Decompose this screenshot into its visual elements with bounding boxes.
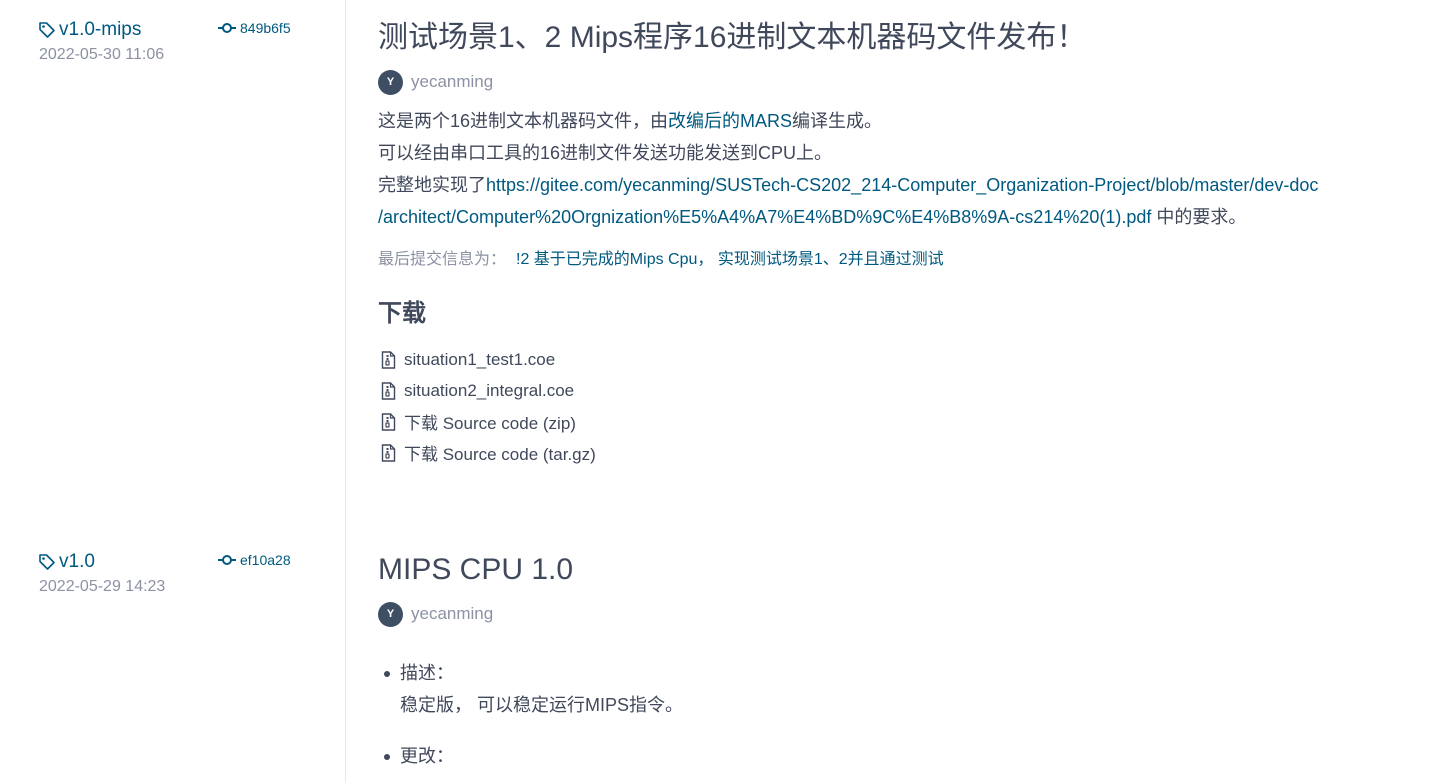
download-name: 下载 Source code (tar.gz) [404,445,596,464]
release-notes-list: 描述： 稳定版， 可以稳定运行MIPS指令。 更改： [378,657,1438,772]
download-name: situation2_integral.coe [404,380,575,400]
file-zip-icon [381,381,396,400]
downloads-heading: 下载 [378,300,426,327]
list-item: 更改： [384,740,1438,772]
commit-hash: ef10a28 [240,552,291,568]
file-zip-icon [381,350,396,369]
desc-text: 这是两个16进制文本机器码文件，由 [378,111,669,131]
author-name[interactable]: yecanming [411,604,493,624]
file-zip-icon [381,412,396,431]
release-date: 2022-05-29 14:23 [39,578,166,595]
download-item[interactable]: situation2_integral.coe [378,375,1438,406]
last-commit-info: 最后提交信息为： !2 基于已完成的Mips Cpu， 实现测试场景1、2并且通过… [378,245,1438,269]
commit-link[interactable]: 849b6f5 [218,20,291,36]
release-body: MIPS CPU 1.0 Y yecanming 描述： 稳定版， 可以稳定运行… [378,550,1438,783]
doc-link[interactable]: https://gitee.com/yecanming/SUSTech-CS20… [486,175,1318,195]
mars-link[interactable]: 改编后的MARS [668,111,792,131]
release-description: 这是两个16进制文本机器码文件，由改编后的MARS编译生成。 可以经由串口工具的… [378,105,1438,233]
bullet-label: 更改： [400,746,454,766]
bullet-label: 描述： [400,663,454,683]
release-meta: v1.0-mips 849b6f5 2022-05-30 11:06 [38,18,338,64]
tag-icon [39,22,55,38]
release-author: Y yecanming [378,601,1438,627]
desc-text: 完整地实现了 [378,175,486,195]
release-title: 测试场景1、2 Mips程序16进制文本机器码文件发布！ [378,21,1087,54]
bullet-text: 稳定版， 可以稳定运行MIPS指令。 [400,695,684,715]
commit-icon [218,555,236,565]
column-divider [345,0,346,783]
download-name: situation1_test1.coe [404,349,556,369]
desc-text: 编译生成。 [792,111,883,131]
doc-link-continued[interactable]: /architect/Computer%20Orgnization%E5%A4%… [378,207,1151,227]
release-author: Y yecanming [378,69,1438,95]
author-name[interactable]: yecanming [411,72,493,92]
release-title: MIPS CPU 1.0 [378,553,574,586]
release-tag-link[interactable]: v1.0 [59,551,95,573]
release-date: 2022-05-30 11:06 [39,46,165,63]
download-item[interactable]: 下载 Source code (tar.gz) [378,437,1438,468]
release-tag-link[interactable]: v1.0-mips [59,19,141,41]
downloads-list: situation1_test1.coe situation2_integral… [378,344,1438,468]
commit-hash: 849b6f5 [240,20,291,36]
release-meta: v1.0 ef10a28 2022-05-29 14:23 [38,550,338,596]
commit-link[interactable]: ef10a28 [218,552,291,568]
last-commit-link[interactable]: !2 基于已完成的Mips Cpu， 实现测试场景1、2并且通过测试 [516,251,944,268]
avatar[interactable]: Y [378,601,403,627]
download-item[interactable]: situation1_test1.coe [378,344,1438,375]
tag-icon [39,554,55,570]
desc-text: 中的要求。 [1151,207,1247,227]
desc-text: 可以经由串口工具的16进制文件发送功能发送到CPU上。 [378,143,833,163]
file-zip-icon [381,443,396,462]
commit-icon [218,23,236,33]
last-commit-label: 最后提交信息为： [378,251,507,268]
avatar[interactable]: Y [378,69,403,95]
list-item: 描述： 稳定版， 可以稳定运行MIPS指令。 [384,657,1438,721]
release-body: 测试场景1、2 Mips程序16进制文本机器码文件发布！ Y yecanming… [378,18,1438,468]
download-name: 下载 Source code (zip) [404,414,576,433]
download-item[interactable]: 下载 Source code (zip) [378,406,1438,437]
